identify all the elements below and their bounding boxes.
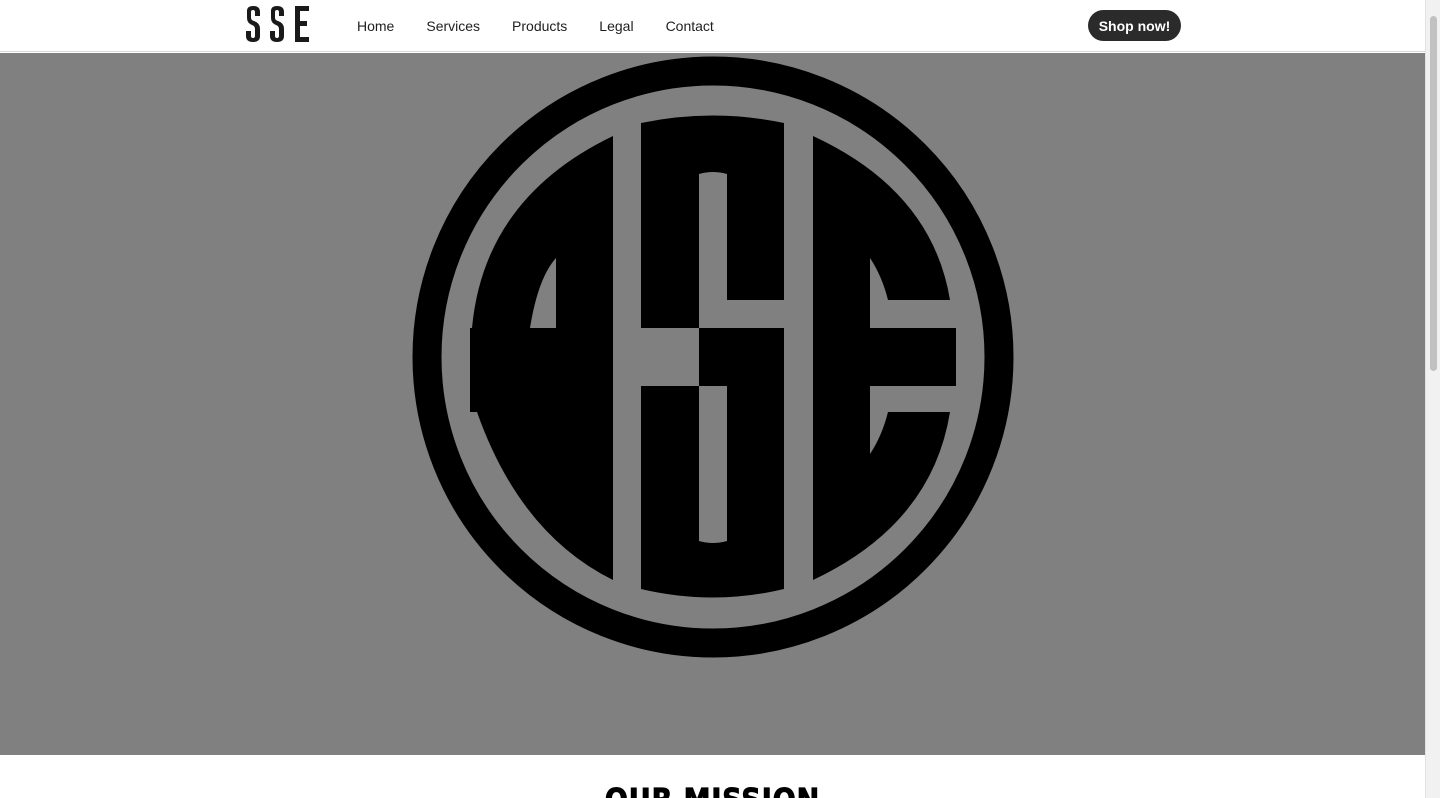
nav-services-link[interactable]: Services	[426, 18, 480, 34]
nav-legal-link[interactable]: Legal	[599, 18, 633, 34]
nav-home-link[interactable]: Home	[357, 18, 394, 34]
nav-products-link[interactable]: Products	[512, 18, 567, 34]
mission-section: OUR MISSION	[0, 755, 1425, 798]
brand-logo[interactable]	[243, 5, 311, 43]
main-nav: Home Services Products Legal Contact	[357, 0, 746, 52]
shop-now-button[interactable]: Shop now!	[1088, 10, 1181, 41]
mission-title: OUR MISSION	[71, 783, 1354, 798]
sse-emblem-logo	[412, 56, 1014, 658]
scrollbar-thumb[interactable]	[1430, 16, 1437, 371]
hero-banner	[0, 53, 1425, 755]
nav-contact-link[interactable]: Contact	[666, 18, 714, 34]
page: Home Services Products Legal Contact Sho…	[0, 0, 1425, 798]
site-header: Home Services Products Legal Contact Sho…	[0, 0, 1425, 52]
page-scrollbar[interactable]	[1425, 0, 1440, 798]
